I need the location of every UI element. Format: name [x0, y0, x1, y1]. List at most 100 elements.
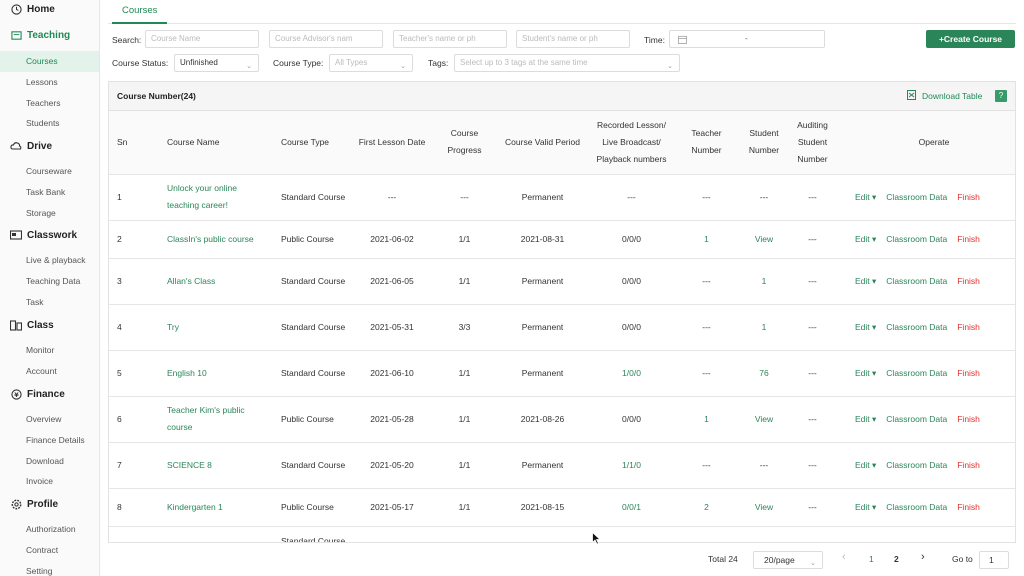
student-number[interactable]: 1: [738, 258, 790, 305]
finish-link[interactable]: Finish: [957, 276, 980, 286]
classroom-data-link[interactable]: Classroom Data: [886, 460, 947, 470]
tab-courses[interactable]: Courses: [112, 0, 168, 24]
student-number[interactable]: View: [738, 396, 790, 443]
sidebar-item-teaching-data[interactable]: Teaching Data: [0, 271, 99, 292]
sidebar-item-download[interactable]: Download: [0, 450, 99, 471]
edit-dropdown[interactable]: Edit ▾: [855, 276, 876, 286]
finish-link[interactable]: Finish: [957, 368, 980, 378]
edit-label: Edit: [855, 459, 870, 470]
sidebar-item-monitor[interactable]: Monitor: [0, 340, 99, 361]
course-name-link[interactable]: Unlock your online teaching career!: [159, 174, 273, 221]
sidebar-section-home[interactable]: Home: [0, 0, 99, 18]
edit-dropdown[interactable]: Edit ▾: [855, 368, 876, 378]
sidebar-item-storage[interactable]: Storage: [0, 202, 99, 223]
course-status-select[interactable]: Unfinished ⌄: [174, 54, 259, 72]
sidebar-item-contract[interactable]: Contract: [0, 540, 99, 561]
classroom-data-link[interactable]: Classroom Data: [886, 192, 947, 202]
sidebar-item-account[interactable]: Account: [0, 361, 99, 382]
goto-page-input[interactable]: 1: [979, 551, 1009, 569]
auditing-student-number: [790, 526, 835, 542]
classroom-data-link[interactable]: Classroom Data: [886, 276, 947, 286]
course-name-link[interactable]: Allan's Class: [159, 258, 273, 305]
edit-dropdown[interactable]: Edit ▾: [855, 502, 876, 512]
edit-dropdown[interactable]: Edit ▾: [855, 234, 876, 244]
sidebar-item-authorization[interactable]: Authorization: [0, 519, 99, 540]
student-input[interactable]: Student's name or ph: [516, 30, 630, 48]
advisor-input[interactable]: Course Advisor's nam: [269, 30, 383, 48]
edit-dropdown[interactable]: Edit ▾: [855, 460, 876, 470]
course-name-link[interactable]: English 10: [159, 350, 273, 397]
sidebar-item-teachers[interactable]: Teachers: [0, 92, 99, 113]
teacher-input[interactable]: Teacher's name or ph: [393, 30, 507, 48]
tags-select[interactable]: Select up to 3 tags at the same time ⌄: [454, 54, 680, 72]
classroom-data-link[interactable]: Classroom Data: [886, 414, 947, 424]
finish-link[interactable]: Finish: [957, 502, 980, 512]
total-count: Total 24: [708, 554, 738, 564]
edit-dropdown[interactable]: Edit ▾: [855, 322, 876, 332]
sidebar-item-task-bank[interactable]: Task Bank: [0, 182, 99, 203]
sidebar-section-classwork[interactable]: Classwork: [0, 226, 99, 244]
table-row: 1 Unlock your online teaching career! Stan…: [109, 174, 1015, 221]
sidebar-section-profile[interactable]: Profile: [0, 495, 99, 513]
sidebar-item-live-playback[interactable]: Live & playback: [0, 250, 99, 271]
edit-dropdown[interactable]: Edit ▾: [855, 192, 876, 202]
recorded-numbers[interactable]: 1/1/0: [588, 442, 675, 489]
sidebar-item-setting[interactable]: Setting: [0, 560, 99, 576]
sidebar-item-courses[interactable]: Courses: [0, 51, 99, 72]
help-icon[interactable]: ?: [995, 90, 1007, 102]
finish-link[interactable]: Finish: [957, 192, 980, 202]
sidebar-section-class[interactable]: Class: [0, 316, 99, 334]
finish-link[interactable]: Finish: [957, 414, 980, 424]
student-number[interactable]: 76: [738, 350, 790, 397]
finish-link[interactable]: Finish: [957, 460, 980, 470]
download-table-link[interactable]: Download Table: [922, 91, 982, 101]
status-value: Unfinished: [180, 58, 218, 67]
sidebar-section-finance[interactable]: ¥ Finance: [0, 385, 99, 403]
edit-dropdown[interactable]: Edit ▾: [855, 414, 876, 424]
classroom-data-link[interactable]: Classroom Data: [886, 502, 947, 512]
student-number[interactable]: View: [738, 220, 790, 259]
classroom-data-link[interactable]: Classroom Data: [886, 322, 947, 332]
course-name-input[interactable]: Course Name: [145, 30, 259, 48]
recorded-numbers[interactable]: 1/0/0: [588, 350, 675, 397]
prev-page-icon[interactable]: ‹: [842, 551, 846, 563]
sidebar-item-lessons[interactable]: Lessons: [0, 72, 99, 93]
course-name-link[interactable]: [159, 526, 273, 542]
course-name-link[interactable]: Kindergarten 1: [159, 488, 273, 527]
sidebar-section-teaching[interactable]: Teaching: [0, 26, 99, 44]
course-name-link[interactable]: Teacher Kim's public course: [159, 396, 273, 443]
sidebar-section-label: Drive: [27, 140, 53, 152]
next-page-icon[interactable]: ›: [921, 551, 925, 563]
operate-cell: Edit ▾ Classroom Data Finish: [835, 220, 1015, 259]
course-name-link[interactable]: Try: [159, 304, 273, 351]
course-type: Standard Course: [273, 304, 352, 351]
sidebar-item-courseware[interactable]: Courseware: [0, 161, 99, 182]
classroom-data-link[interactable]: Classroom Data: [886, 368, 947, 378]
course-type-select[interactable]: All Types ⌄: [329, 54, 413, 72]
time-range-picker[interactable]: -: [669, 30, 825, 48]
teacher-number[interactable]: 2: [675, 488, 738, 527]
teacher-number[interactable]: 1: [675, 220, 738, 259]
sidebar-item-task[interactable]: Task: [0, 291, 99, 312]
create-course-button[interactable]: +Create Course: [926, 30, 1015, 48]
edit-label: Edit: [855, 501, 870, 512]
page-size-select[interactable]: 20/page ⌄: [753, 551, 823, 569]
course-name-link[interactable]: SCIENCE 8: [159, 442, 273, 489]
row-sn: 5: [109, 350, 159, 397]
finish-link[interactable]: Finish: [957, 234, 980, 244]
operate-cell: Edit ▾ Classroom Data Finish: [835, 174, 1015, 221]
sidebar-item-overview[interactable]: Overview: [0, 409, 99, 430]
page-2[interactable]: 2: [894, 554, 899, 564]
student-number[interactable]: 1: [738, 304, 790, 351]
sidebar-item-invoice[interactable]: Invoice: [0, 471, 99, 492]
student-number[interactable]: View: [738, 488, 790, 527]
finish-link[interactable]: Finish: [957, 322, 980, 332]
course-name-link[interactable]: ClassIn's public course: [159, 220, 273, 259]
page-1[interactable]: 1: [869, 554, 874, 564]
classroom-data-link[interactable]: Classroom Data: [886, 234, 947, 244]
teacher-number[interactable]: 1: [675, 396, 738, 443]
recorded-numbers[interactable]: 0/0/1: [588, 488, 675, 527]
sidebar-item-finance-details[interactable]: Finance Details: [0, 430, 99, 451]
sidebar-item-students[interactable]: Students: [0, 113, 99, 134]
sidebar-section-drive[interactable]: Drive: [0, 137, 99, 155]
